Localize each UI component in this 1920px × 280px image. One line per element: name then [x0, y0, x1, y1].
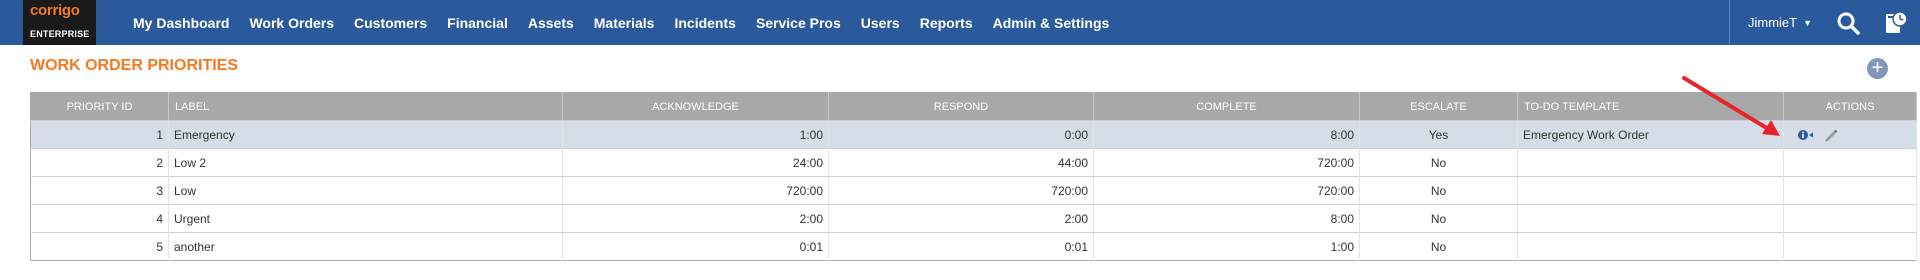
nav-my-dashboard[interactable]: My Dashboard — [133, 15, 229, 31]
cell-priority-id: 1 — [30, 120, 169, 149]
cell-acknowledge: 2:00 — [562, 204, 829, 233]
cell-acknowledge: 0:01 — [562, 232, 829, 261]
table-row[interactable]: 4 Urgent 2:00 2:00 8:00 No — [30, 204, 1917, 233]
cell-priority-id: 2 — [30, 148, 169, 177]
cell-acknowledge: 24:00 — [562, 148, 829, 177]
search-button[interactable] — [1824, 0, 1872, 45]
priorities-table: PRIORITY ID LABEL ACKNOWLEDGE RESPOND CO… — [30, 92, 1917, 261]
col-header-label[interactable]: LABEL — [168, 92, 563, 121]
cell-respond: 0:01 — [828, 232, 1094, 261]
nav-admin-settings[interactable]: Admin & Settings — [993, 15, 1110, 31]
logo-subtitle: ENTERPRISE — [30, 29, 90, 39]
user-name: JimmieT — [1748, 15, 1798, 30]
table-row[interactable]: 1 Emergency 1:00 0:00 8:00 Yes Emergency… — [30, 120, 1917, 149]
nav-reports[interactable]: Reports — [920, 15, 973, 31]
cell-priority-id: 4 — [30, 204, 169, 233]
cell-label: Low — [168, 176, 563, 205]
table-row[interactable]: 2 Low 2 24:00 44:00 720:00 No — [30, 148, 1917, 177]
annotation-arrow — [1682, 76, 1780, 136]
search-icon — [1837, 12, 1860, 35]
table-row[interactable]: 3 Low 720:00 720:00 720:00 No — [30, 176, 1917, 205]
user-menu[interactable]: JimmieT ▼ — [1729, 0, 1824, 45]
cell-complete: 720:00 — [1093, 148, 1360, 177]
cell-respond: 0:00 — [828, 120, 1094, 149]
nav-assets[interactable]: Assets — [528, 15, 574, 31]
plus-circle-icon[interactable]: + — [1867, 58, 1888, 79]
chevron-down-icon: ▼ — [1803, 17, 1813, 28]
col-header-complete[interactable]: COMPLETE — [1093, 92, 1360, 121]
nav-customers[interactable]: Customers — [354, 15, 427, 31]
cell-actions — [1783, 232, 1917, 261]
cell-complete: 8:00 — [1093, 204, 1360, 233]
col-header-escalate[interactable]: ESCALATE — [1359, 92, 1518, 121]
info-icon[interactable] — [1797, 129, 1815, 141]
nav-materials[interactable]: Materials — [594, 15, 655, 31]
main-menu: My Dashboard Work Orders Customers Finan… — [133, 0, 1129, 45]
cell-label: another — [168, 232, 563, 261]
cell-escalate: No — [1359, 148, 1518, 177]
cell-escalate: No — [1359, 176, 1518, 205]
edit-pencil-icon[interactable] — [1823, 128, 1839, 142]
scheduler-button[interactable] — [1872, 0, 1920, 45]
cell-escalate: Yes — [1359, 120, 1518, 149]
nav-incidents[interactable]: Incidents — [674, 15, 735, 31]
cell-todo-template — [1517, 232, 1784, 261]
cell-acknowledge: 720:00 — [562, 176, 829, 205]
cell-acknowledge: 1:00 — [562, 120, 829, 149]
nav-work-orders[interactable]: Work Orders — [249, 15, 334, 31]
corrigo-logo[interactable]: corrigo ENTERPRISE — [23, 0, 96, 45]
cell-actions — [1783, 204, 1917, 233]
top-navigation-bar: corrigo ENTERPRISE My Dashboard Work Ord… — [0, 0, 1920, 45]
cell-label: Low 2 — [168, 148, 563, 177]
table-row[interactable]: 5 another 0:01 0:01 1:00 No — [30, 232, 1917, 261]
page-title: WORK ORDER PRIORITIES — [30, 57, 239, 74]
nav-financial[interactable]: Financial — [447, 15, 508, 31]
cell-escalate: No — [1359, 232, 1518, 261]
cell-todo-template — [1517, 148, 1784, 177]
cell-actions — [1783, 148, 1917, 177]
cell-actions — [1783, 176, 1917, 205]
cell-priority-id: 3 — [30, 176, 169, 205]
calendar-clock-icon — [1886, 10, 1908, 33]
nav-users[interactable]: Users — [861, 15, 900, 31]
col-header-acknowledge[interactable]: ACKNOWLEDGE — [562, 92, 829, 121]
cell-complete: 8:00 — [1093, 120, 1360, 149]
col-header-priority-id[interactable]: PRIORITY ID — [30, 92, 169, 121]
cell-actions — [1783, 120, 1917, 149]
cell-priority-id: 5 — [30, 232, 169, 261]
cell-respond: 44:00 — [828, 148, 1094, 177]
cell-complete: 1:00 — [1093, 232, 1360, 261]
cell-label: Urgent — [168, 204, 563, 233]
col-header-respond[interactable]: RESPOND — [828, 92, 1094, 121]
col-header-actions: ACTIONS — [1783, 92, 1917, 121]
logo-brand: corrigo — [30, 2, 80, 19]
table-header-row: PRIORITY ID LABEL ACKNOWLEDGE RESPOND CO… — [30, 92, 1917, 121]
cell-todo-template — [1517, 176, 1784, 205]
cell-escalate: No — [1359, 204, 1518, 233]
nav-right-group: JimmieT ▼ — [1729, 0, 1920, 45]
cell-respond: 2:00 — [828, 204, 1094, 233]
cell-label: Emergency — [168, 120, 563, 149]
cell-todo-template — [1517, 204, 1784, 233]
cell-complete: 720:00 — [1093, 176, 1360, 205]
nav-service-pros[interactable]: Service Pros — [756, 15, 841, 31]
cell-respond: 720:00 — [828, 176, 1094, 205]
